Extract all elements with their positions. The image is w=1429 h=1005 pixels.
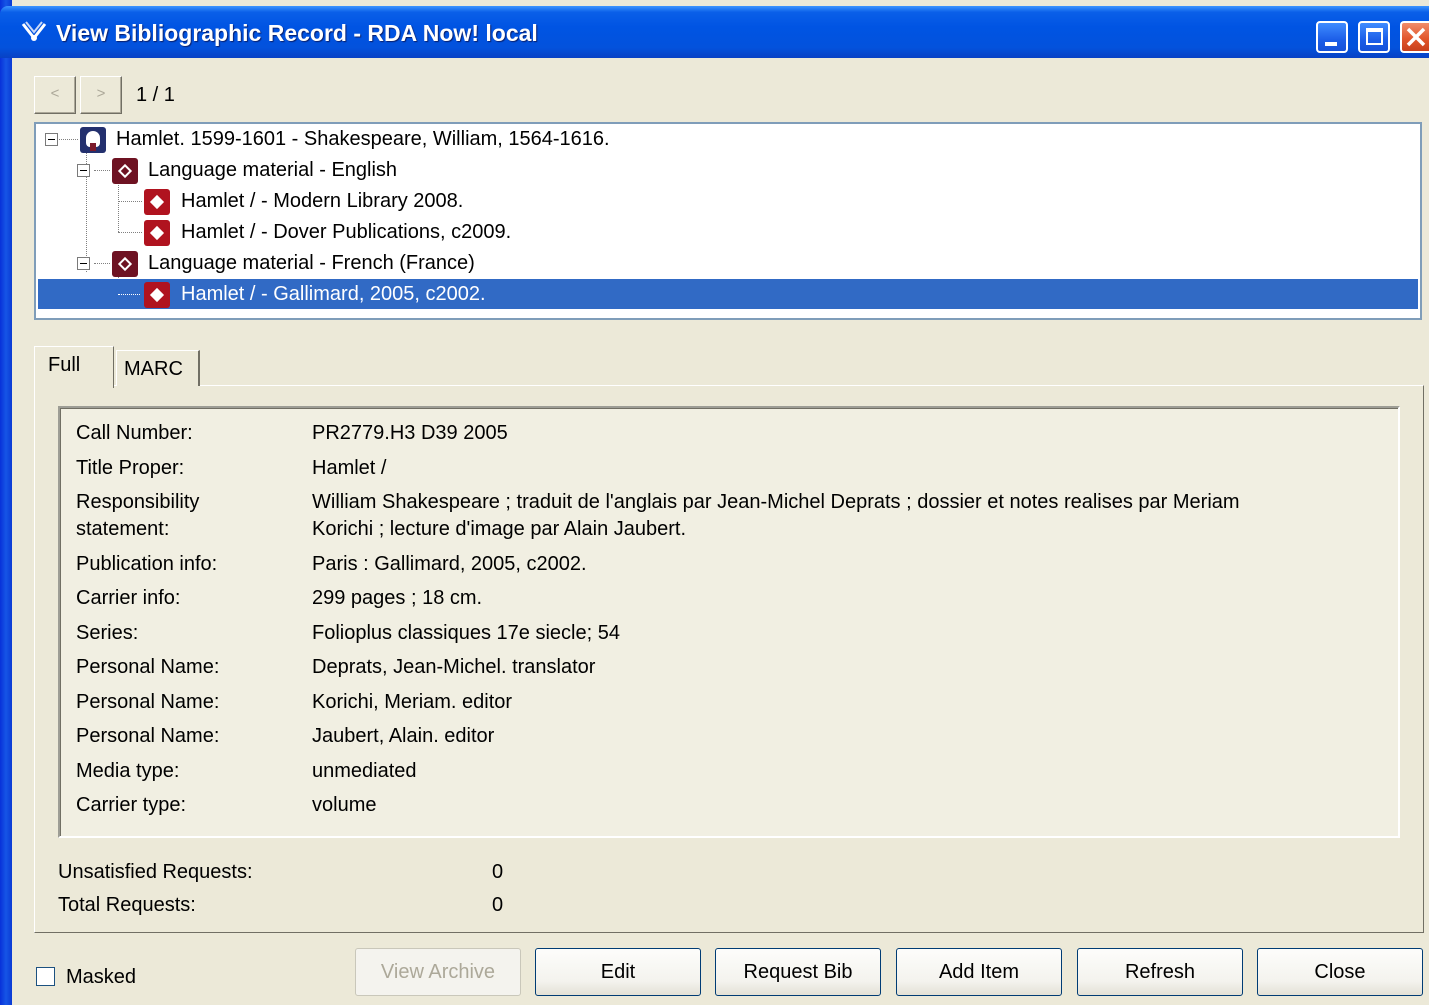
request-bib-button[interactable]: Request Bib: [715, 948, 881, 996]
previous-record-button[interactable]: <: [34, 76, 76, 114]
masked-label[interactable]: Masked: [66, 966, 136, 989]
personal-name-label: Personal Name:: [76, 725, 220, 747]
window: View Bibliographic Record - RDA Now! loc…: [0, 0, 1429, 1005]
personal-name-value: Deprats, Jean-Michel. translator: [312, 656, 596, 678]
expression-icon: [112, 158, 138, 184]
title-value: Hamlet /: [312, 457, 387, 479]
tree-connector: [118, 294, 140, 295]
personal-name-label: Personal Name:: [76, 691, 220, 713]
maximize-button[interactable]: [1358, 21, 1390, 53]
tab-full[interactable]: Full: [34, 346, 114, 388]
close-icon: [1406, 27, 1426, 47]
carrier-type-label: Carrier type:: [76, 794, 187, 816]
tree-node-label: Hamlet / - Modern Library 2008.: [181, 190, 464, 212]
minimize-button[interactable]: [1316, 21, 1348, 53]
record-details: Call Number: PR2779.H3 D39 2005 Title Pr…: [58, 406, 1400, 838]
next-record-button[interactable]: >: [80, 76, 122, 114]
add-item-button[interactable]: Add Item: [896, 948, 1062, 996]
masked-checkbox[interactable]: [36, 967, 55, 986]
responsibility-value: William Shakespeare ; traduit de l'angla…: [312, 491, 1240, 513]
media-type-label: Media type:: [76, 760, 180, 782]
tree-connector: [118, 182, 119, 232]
manifestation-icon: [144, 189, 170, 215]
close-window-button[interactable]: [1400, 21, 1429, 53]
expression-icon: [112, 251, 138, 277]
media-type-value: unmediated: [312, 760, 417, 782]
view-archive-button[interactable]: View Archive: [355, 948, 521, 996]
carrier-info-value: 299 pages ; 18 cm.: [312, 587, 483, 609]
minimize-icon: [1325, 42, 1337, 46]
publication-value: Paris : Gallimard, 2005, c2002.: [312, 553, 587, 575]
tree-node-label: Language material - French (France): [148, 252, 475, 274]
tab-marc[interactable]: MARC: [116, 350, 200, 386]
total-requests-label: Total Requests:: [58, 894, 196, 916]
app-icon: [21, 21, 47, 41]
manifestation-icon: [144, 282, 170, 308]
window-title: View Bibliographic Record - RDA Now! loc…: [56, 20, 538, 46]
manifestation-icon: [144, 220, 170, 246]
publication-label: Publication info:: [76, 553, 218, 575]
edit-button[interactable]: Edit: [535, 948, 701, 996]
tree-connector: [94, 263, 110, 264]
record-tree[interactable]: Hamlet. 1599-1601 - Shakespeare, William…: [34, 122, 1422, 320]
work-person-icon: [80, 127, 106, 153]
personal-name-value: Jaubert, Alain. editor: [312, 725, 495, 747]
responsibility-label: Responsibility: [76, 491, 200, 513]
total-requests-value: 0: [492, 894, 504, 916]
call-number-value: PR2779.H3 D39 2005: [312, 422, 508, 444]
series-label: Series:: [76, 622, 139, 644]
responsibility-label-cont: statement:: [76, 518, 170, 540]
unsatisfied-requests-value: 0: [492, 861, 504, 883]
maximize-icon: [1366, 28, 1383, 45]
tree-connector: [118, 232, 142, 233]
refresh-button[interactable]: Refresh: [1077, 948, 1243, 996]
tree-node-label: Language material - English: [148, 159, 398, 181]
collapse-toggle-expression-english[interactable]: [77, 164, 90, 177]
responsibility-value-cont: Korichi ; lecture d'image par Alain Jaub…: [312, 518, 687, 540]
call-number-label: Call Number:: [76, 422, 193, 444]
record-counter: 1 / 1: [136, 84, 175, 106]
close-button[interactable]: Close: [1257, 948, 1423, 996]
tree-connector: [94, 170, 110, 171]
personal-name-value: Korichi, Meriam. editor: [312, 691, 513, 713]
unsatisfied-requests-label: Unsatisfied Requests:: [58, 861, 253, 883]
window-frame: [0, 0, 12, 1005]
carrier-type-value: volume: [312, 794, 377, 816]
series-value: Folioplus classiques 17e siecle; 54: [312, 622, 620, 644]
tree-connector: [118, 201, 142, 202]
tree-node-label: Hamlet. 1599-1601 - Shakespeare, William…: [116, 128, 610, 150]
collapse-toggle-expression-french[interactable]: [77, 257, 90, 270]
collapse-toggle-work[interactable]: [45, 133, 58, 146]
personal-name-label: Personal Name:: [76, 656, 220, 678]
title-label: Title Proper:: [76, 457, 185, 479]
title-bar[interactable]: View Bibliographic Record - RDA Now! loc…: [0, 6, 1429, 58]
tree-node-label: Hamlet / - Dover Publications, c2009.: [181, 221, 512, 243]
carrier-info-label: Carrier info:: [76, 587, 181, 609]
